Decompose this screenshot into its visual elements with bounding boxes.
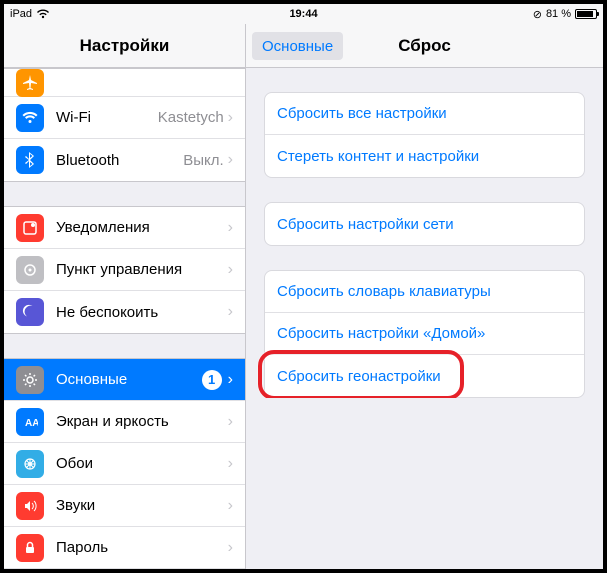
sidebar-item-wallpaper[interactable]: Обои ›	[4, 443, 245, 485]
main-group: Основные 1 › AA Экран и яркость ›	[4, 358, 245, 569]
reset-group-3: Сбросить словарь клавиатуры Сбросить нас…	[264, 270, 585, 398]
dnd-icon	[16, 298, 44, 326]
wallpaper-label: Обои	[56, 455, 228, 472]
clock: 19:44	[206, 8, 402, 20]
page-title: Настройки	[80, 36, 170, 56]
reset-keyboard-dict[interactable]: Сбросить словарь клавиатуры	[265, 271, 584, 313]
sidebar-item-wifi[interactable]: Wi-Fi Kastetych ›	[4, 97, 245, 139]
not-charging-icon: ⊘	[533, 8, 542, 21]
general-label: Основные	[56, 371, 202, 388]
wifi-settings-icon	[16, 104, 44, 132]
notifications-label: Уведомления	[56, 219, 228, 236]
settings-detail-pane: Основные Сброс Сбросить все настройки Ст…	[246, 24, 603, 569]
chevron-right-icon: ›	[228, 455, 233, 473]
reset-group-1: Сбросить все настройки Стереть контент и…	[264, 92, 585, 178]
reset-home-layout[interactable]: Сбросить настройки «Домой»	[265, 313, 584, 355]
reset-location-settings[interactable]: Сбросить геонастройки	[265, 355, 584, 397]
chevron-right-icon: ›	[228, 303, 233, 321]
sounds-icon	[16, 492, 44, 520]
control-center-label: Пункт управления	[56, 261, 228, 278]
sidebar-item-sounds[interactable]: Звуки ›	[4, 485, 245, 527]
sidebar-item-general[interactable]: Основные 1 ›	[4, 359, 245, 401]
passcode-icon	[16, 534, 44, 562]
wallpaper-icon	[16, 450, 44, 478]
notifications-group: Уведомления › Пункт управления ›	[4, 206, 245, 334]
chevron-right-icon: ›	[228, 497, 233, 515]
chevron-right-icon: ›	[228, 109, 233, 127]
control-center-icon	[16, 256, 44, 284]
dnd-label: Не беспокоить	[56, 304, 228, 321]
device-name: iPad	[10, 8, 32, 20]
reset-group-2: Сбросить настройки сети	[264, 202, 585, 246]
bluetooth-label: Bluetooth	[56, 152, 183, 169]
connectivity-group: Wi-Fi Kastetych › Bluetooth Выкл. ›	[4, 68, 245, 182]
settings-nav: Настройки	[4, 24, 245, 68]
chevron-right-icon: ›	[228, 413, 233, 431]
wifi-value: Kastetych	[158, 109, 224, 126]
display-label: Экран и яркость	[56, 413, 228, 430]
chevron-right-icon: ›	[228, 151, 233, 169]
sidebar-item-notifications[interactable]: Уведомления ›	[4, 207, 245, 249]
sidebar-item-bluetooth[interactable]: Bluetooth Выкл. ›	[4, 139, 245, 181]
display-icon: AA	[16, 408, 44, 436]
general-badge: 1	[202, 370, 222, 390]
chevron-right-icon: ›	[228, 539, 233, 557]
detail-nav: Основные Сброс	[246, 24, 603, 68]
chevron-right-icon: ›	[228, 261, 233, 279]
bluetooth-value: Выкл.	[183, 152, 223, 169]
back-button[interactable]: Основные	[252, 32, 343, 60]
sidebar-item-dnd[interactable]: Не беспокоить ›	[4, 291, 245, 333]
sidebar-item-display[interactable]: AA Экран и яркость ›	[4, 401, 245, 443]
airplane-icon	[16, 69, 44, 97]
sidebar-item-control-center[interactable]: Пункт управления ›	[4, 249, 245, 291]
battery-icon	[575, 9, 597, 19]
gear-icon	[16, 366, 44, 394]
notifications-icon	[16, 214, 44, 242]
sidebar-item-passcode[interactable]: Пароль ›	[4, 527, 245, 569]
reset-network-settings[interactable]: Сбросить настройки сети	[265, 203, 584, 245]
svg-text:AA: AA	[25, 418, 38, 429]
bluetooth-icon	[16, 146, 44, 174]
battery-percent: 81 %	[546, 8, 571, 20]
reset-all-settings[interactable]: Сбросить все настройки	[265, 93, 584, 135]
sidebar-item-airplane[interactable]	[4, 69, 245, 97]
chevron-right-icon: ›	[228, 371, 233, 389]
sounds-label: Звуки	[56, 497, 228, 514]
erase-all-content[interactable]: Стереть контент и настройки	[265, 135, 584, 177]
settings-master-pane: Настройки Wi-Fi Kastetych	[4, 24, 246, 569]
passcode-label: Пароль	[56, 539, 228, 556]
detail-title: Сброс	[398, 36, 451, 56]
status-bar: iPad 19:44 ⊘ 81 %	[4, 4, 603, 24]
wifi-label: Wi-Fi	[56, 109, 158, 126]
chevron-right-icon: ›	[228, 219, 233, 237]
wifi-icon	[36, 9, 50, 19]
